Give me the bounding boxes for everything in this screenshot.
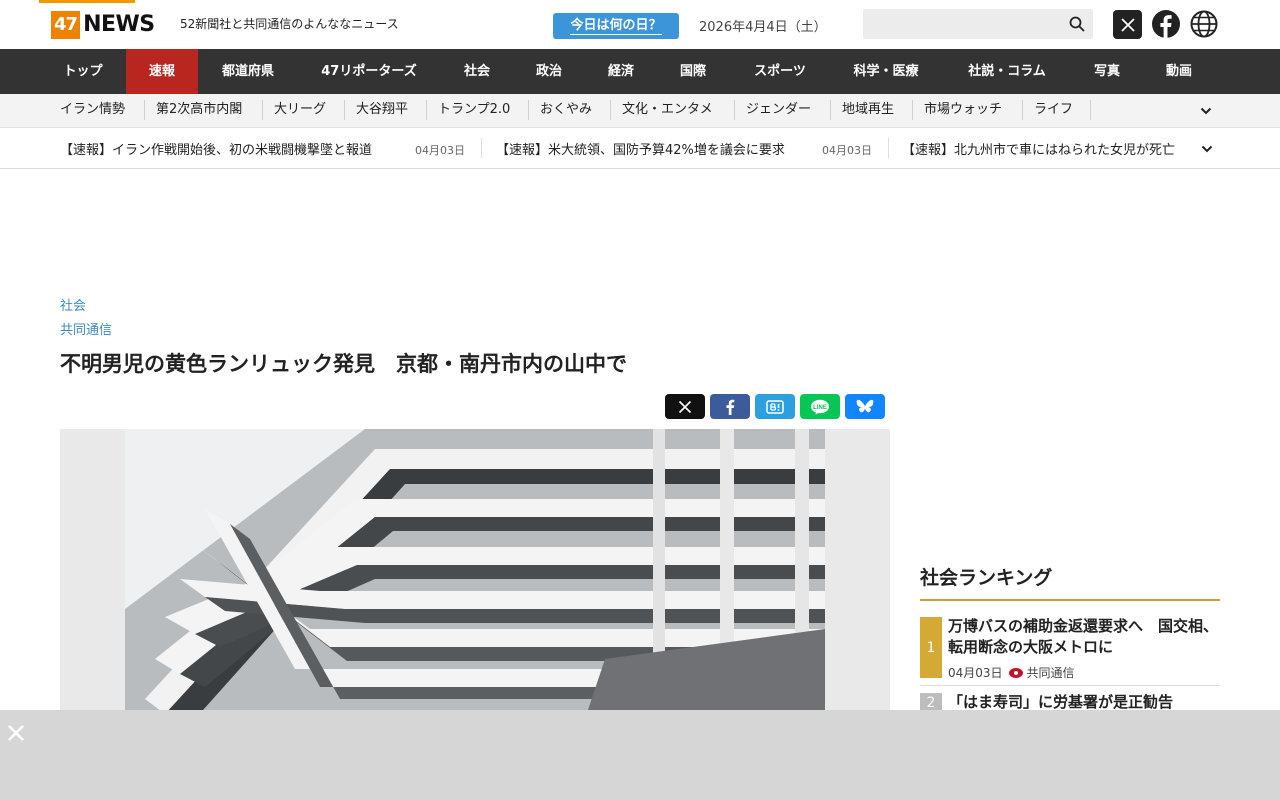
subnav-item[interactable]: 市場ウォッチ bbox=[924, 94, 1002, 128]
subnav-divider bbox=[734, 100, 735, 120]
topic-subnav: イラン情勢 第2次高市内閣 大リーグ 大谷翔平 トランプ2.0 おくやみ 文化・… bbox=[0, 94, 1280, 128]
article-photo[interactable] bbox=[60, 429, 890, 719]
subnav-divider bbox=[344, 100, 345, 120]
site-header: 47 NEWS 52新聞社と共同通信のよんななニュース 今日は何の日？ 2026… bbox=[0, 0, 1280, 49]
ranking-item-meta: 04月03日 共同通信 bbox=[948, 664, 1075, 681]
facebook-social-icon[interactable] bbox=[1152, 10, 1180, 38]
nav-item-videos[interactable]: 動画 bbox=[1150, 49, 1208, 94]
subnav-divider bbox=[144, 100, 145, 120]
ticker-headline[interactable]: 【速報】イラン作戦開始後、初の米戦闘機撃墜と報道 bbox=[60, 139, 372, 158]
hatena-icon bbox=[766, 399, 784, 414]
site-tagline: 52新聞社と共同通信のよんななニュース bbox=[180, 17, 399, 31]
main-nav: トップ 速報 都道府県 47リポーターズ 社会 政治 経済 国際 スポーツ 科学… bbox=[0, 49, 1280, 94]
nav-item-prefectures[interactable]: 都道府県 bbox=[206, 49, 290, 94]
ranking-item-date: 04月03日 bbox=[948, 666, 1003, 680]
ranking-item-title[interactable]: 万博バスの補助金返還要求へ 国交相、転用断念の大阪メトロに bbox=[948, 616, 1220, 658]
nav-item-science[interactable]: 科学・医療 bbox=[838, 49, 934, 94]
logo-word: NEWS bbox=[83, 12, 155, 37]
facebook-icon bbox=[726, 399, 735, 415]
logo-number: 47 bbox=[51, 11, 81, 39]
chevron-down-icon[interactable] bbox=[1200, 107, 1212, 115]
article-category[interactable]: 社会 bbox=[60, 295, 86, 314]
current-date: 2026年4月4日（土） bbox=[699, 20, 827, 35]
subnav-item[interactable]: トランプ2.0 bbox=[438, 94, 510, 128]
subnav-item[interactable]: 第2次高市内閣 bbox=[156, 94, 242, 128]
share-bluesky-button[interactable] bbox=[845, 394, 885, 419]
share-hatena-button[interactable] bbox=[755, 394, 795, 419]
subnav-item[interactable]: 地域再生 bbox=[842, 94, 894, 128]
ranking-underline bbox=[920, 599, 1220, 601]
breaking-news-ticker: 【速報】イラン作戦開始後、初の米戦闘機撃墜と報道 04月03日 【速報】米大統領… bbox=[0, 128, 1280, 169]
nav-item-editorials[interactable]: 社説・コラム bbox=[950, 49, 1064, 94]
share-x-button[interactable] bbox=[665, 394, 705, 419]
nav-item-politics[interactable]: 政治 bbox=[520, 49, 578, 94]
subnav-divider bbox=[1022, 100, 1023, 120]
bottom-ad-banner bbox=[0, 710, 1280, 800]
subnav-item[interactable]: ライフ bbox=[1034, 94, 1073, 128]
nav-item-top[interactable]: トップ bbox=[44, 49, 122, 94]
rank-badge: 1 bbox=[920, 617, 942, 678]
subnav-divider bbox=[830, 100, 831, 120]
subnav-divider bbox=[426, 100, 427, 120]
subnav-item[interactable]: おくやみ bbox=[540, 94, 592, 128]
nav-item-breaking[interactable]: 速報 bbox=[126, 49, 198, 94]
nav-item-society[interactable]: 社会 bbox=[448, 49, 506, 94]
subnav-divider bbox=[528, 100, 529, 120]
subnav-divider bbox=[1090, 100, 1091, 120]
nav-item-47reporters[interactable]: 47リポーターズ bbox=[304, 49, 434, 94]
ranking-title: 社会ランキング bbox=[920, 567, 1053, 589]
subnav-item[interactable]: 大谷翔平 bbox=[356, 94, 408, 128]
share-facebook-button[interactable] bbox=[710, 394, 750, 419]
chevron-down-icon[interactable] bbox=[1201, 145, 1213, 153]
today-button[interactable]: 今日は何の日？ bbox=[553, 13, 679, 39]
subnav-item[interactable]: イラン情勢 bbox=[60, 94, 125, 128]
subnav-divider bbox=[912, 100, 913, 120]
ticker-divider bbox=[481, 138, 482, 158]
subnav-item[interactable]: ジェンダー bbox=[746, 94, 811, 128]
x-social-icon[interactable] bbox=[1113, 10, 1142, 39]
close-icon[interactable] bbox=[7, 724, 25, 742]
site-logo[interactable]: 47 NEWS bbox=[51, 11, 155, 39]
kyodo-logo-icon bbox=[1008, 667, 1023, 678]
globe-icon[interactable] bbox=[1190, 10, 1218, 38]
logo-accent-bar bbox=[39, 0, 135, 3]
ticker-headline[interactable]: 【速報】北九州市で車にはねられた女児が死亡 bbox=[902, 139, 1194, 158]
ranking-divider bbox=[920, 685, 1220, 686]
building-photo bbox=[125, 429, 825, 719]
today-button-label: 今日は何の日？ bbox=[570, 17, 662, 35]
svg-text:LINE: LINE bbox=[813, 405, 827, 411]
ticker-date: 04月03日 bbox=[822, 144, 872, 157]
nav-item-international[interactable]: 国際 bbox=[664, 49, 722, 94]
share-line-button[interactable]: LINE bbox=[800, 394, 840, 419]
subnav-item[interactable]: 大リーグ bbox=[274, 94, 326, 128]
nav-item-sports[interactable]: スポーツ bbox=[738, 49, 822, 94]
x-icon bbox=[678, 400, 692, 413]
search-icon[interactable] bbox=[1069, 16, 1085, 32]
subnav-divider bbox=[610, 100, 611, 120]
ticker-date: 04月03日 bbox=[415, 144, 465, 157]
nav-item-photos[interactable]: 写真 bbox=[1078, 49, 1136, 94]
article-title: 不明男児の黄色ランリュック発見 京都・南丹市内の山中で bbox=[60, 352, 627, 376]
ticker-divider bbox=[888, 138, 889, 158]
subnav-divider bbox=[262, 100, 263, 120]
subnav-item[interactable]: 文化・エンタメ bbox=[622, 94, 713, 128]
line-icon: LINE bbox=[811, 399, 829, 415]
bluesky-icon bbox=[856, 399, 874, 412]
search-input[interactable] bbox=[863, 9, 1093, 39]
article-source[interactable]: 共同通信 bbox=[60, 319, 112, 338]
nav-item-economy[interactable]: 経済 bbox=[592, 49, 650, 94]
ranking-item-source: 共同通信 bbox=[1026, 666, 1075, 680]
ticker-headline[interactable]: 【速報】米大統領、国防予算42%増を議会に要求 bbox=[496, 139, 785, 158]
